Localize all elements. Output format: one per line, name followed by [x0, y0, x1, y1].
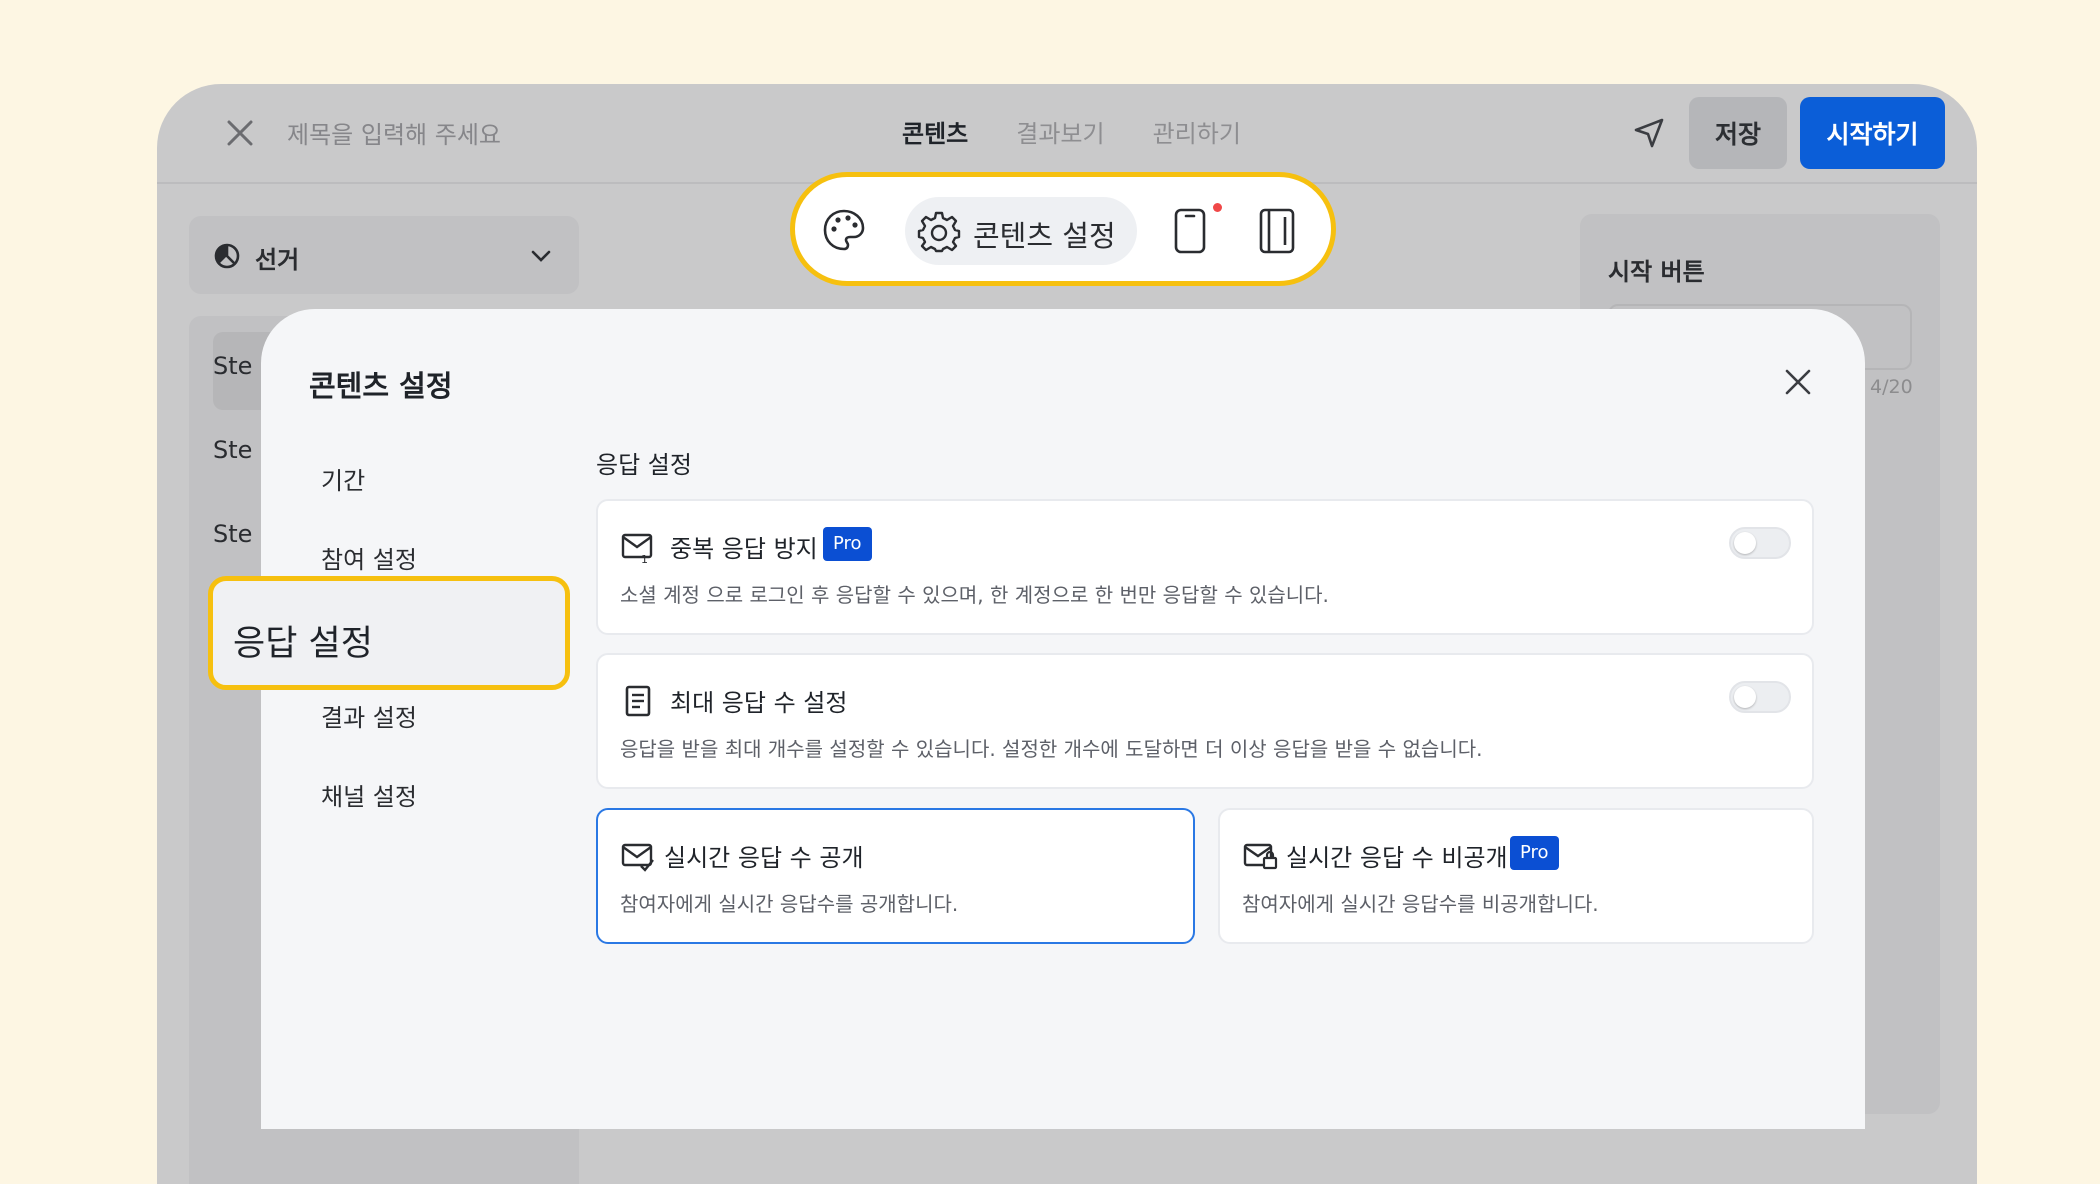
duplicate-prevention-card: 1 중복 응답 방지 Pro 소셜 계정 으로 로그인 후 응답할 수 있으며,… — [596, 499, 1814, 635]
menu-item-period[interactable]: 기간 — [321, 461, 365, 496]
menu-item-results[interactable]: 결과 설정 — [321, 698, 417, 733]
card-description: 소셜 계정 으로 로그인 후 응답할 수 있으며, 한 계정으로 한 번만 응답… — [620, 583, 1329, 607]
card-title: 중복 응답 방지 — [670, 535, 818, 563]
menu-item-participation[interactable]: 참여 설정 — [321, 540, 417, 575]
category-dropdown[interactable]: 선거 — [189, 216, 579, 294]
pages-icon[interactable] — [1257, 207, 1297, 255]
save-button[interactable]: 저장 — [1689, 97, 1787, 169]
close-icon[interactable] — [225, 118, 255, 148]
realtime-private-option[interactable]: 실시간 응답 수 비공개 Pro 참여자에게 실시간 응답수를 비공개합니다. — [1218, 808, 1814, 944]
start-button[interactable]: 시작하기 — [1800, 97, 1945, 169]
notification-dot — [1213, 203, 1222, 212]
pro-badge: Pro — [823, 527, 872, 561]
floating-toolbar: 콘텐츠 설정 — [790, 172, 1336, 286]
card-description: 응답을 받을 최대 개수를 설정할 수 있습니다. 설정한 개수에 도달하면 더… — [620, 737, 1483, 761]
gear-icon[interactable] — [917, 209, 961, 253]
tab-content[interactable]: 콘텐츠 — [902, 114, 968, 149]
step-item[interactable]: Ste — [213, 352, 252, 380]
card-title: 최대 응답 수 설정 — [670, 689, 848, 717]
card-title: 실시간 응답 수 비공개 — [1286, 844, 1508, 872]
mail-check-icon — [621, 843, 654, 872]
section-title: 응답 설정 — [596, 451, 692, 479]
document-icon — [625, 685, 651, 717]
chevron-down-icon — [531, 250, 551, 262]
step-item[interactable]: Ste — [213, 520, 252, 548]
start-button-label: 시작 버튼 — [1608, 258, 1705, 286]
modal-title: 콘텐츠 설정 — [309, 369, 453, 403]
top-bar: 콘텐츠 결과보기 관리하기 저장 시작하기 — [157, 84, 1977, 184]
svg-text:1: 1 — [641, 553, 648, 565]
palette-icon[interactable] — [821, 207, 867, 253]
step-item[interactable]: Ste — [213, 436, 252, 464]
content-settings-label[interactable]: 콘텐츠 설정 — [973, 213, 1116, 255]
send-icon[interactable] — [1632, 116, 1666, 150]
char-counter: 4/20 — [1870, 376, 1913, 398]
tab-results[interactable]: 결과보기 — [1016, 114, 1104, 149]
duplicate-prevention-toggle[interactable] — [1729, 527, 1791, 559]
tab-manage[interactable]: 관리하기 — [1153, 114, 1241, 149]
card-title: 실시간 응답 수 공개 — [664, 844, 864, 872]
max-responses-card: 최대 응답 수 설정 응답을 받을 최대 개수를 설정할 수 있습니다. 설정한… — [596, 653, 1814, 789]
menu-item-channel[interactable]: 채널 설정 — [321, 777, 417, 812]
main-tabs: 콘텐츠 결과보기 관리하기 — [902, 114, 1241, 149]
menu-item-label: 응답 설정 — [233, 624, 373, 664]
menu-item-response[interactable]: 응답 설정 — [208, 576, 570, 690]
realtime-public-option[interactable]: 실시간 응답 수 공개 참여자에게 실시간 응답수를 공개합니다. — [596, 808, 1195, 944]
content-settings-modal: 콘텐츠 설정 기간 참여 설정 응답 설정 결과 설정 채널 설정 응답 설정 … — [208, 309, 1865, 1129]
max-responses-toggle[interactable] — [1729, 681, 1791, 713]
pie-chart-icon — [214, 243, 240, 269]
card-description: 참여자에게 실시간 응답수를 비공개합니다. — [1242, 892, 1599, 916]
mobile-preview-icon[interactable] — [1173, 207, 1207, 255]
mail-lock-icon — [1243, 843, 1278, 870]
card-description: 참여자에게 실시간 응답수를 공개합니다. — [620, 892, 959, 916]
close-icon[interactable] — [1783, 367, 1813, 397]
pro-badge: Pro — [1510, 836, 1559, 870]
mail-repeat-icon: 1 — [621, 533, 653, 565]
dropdown-label: 선거 — [255, 246, 300, 274]
title-input[interactable] — [285, 114, 709, 156]
